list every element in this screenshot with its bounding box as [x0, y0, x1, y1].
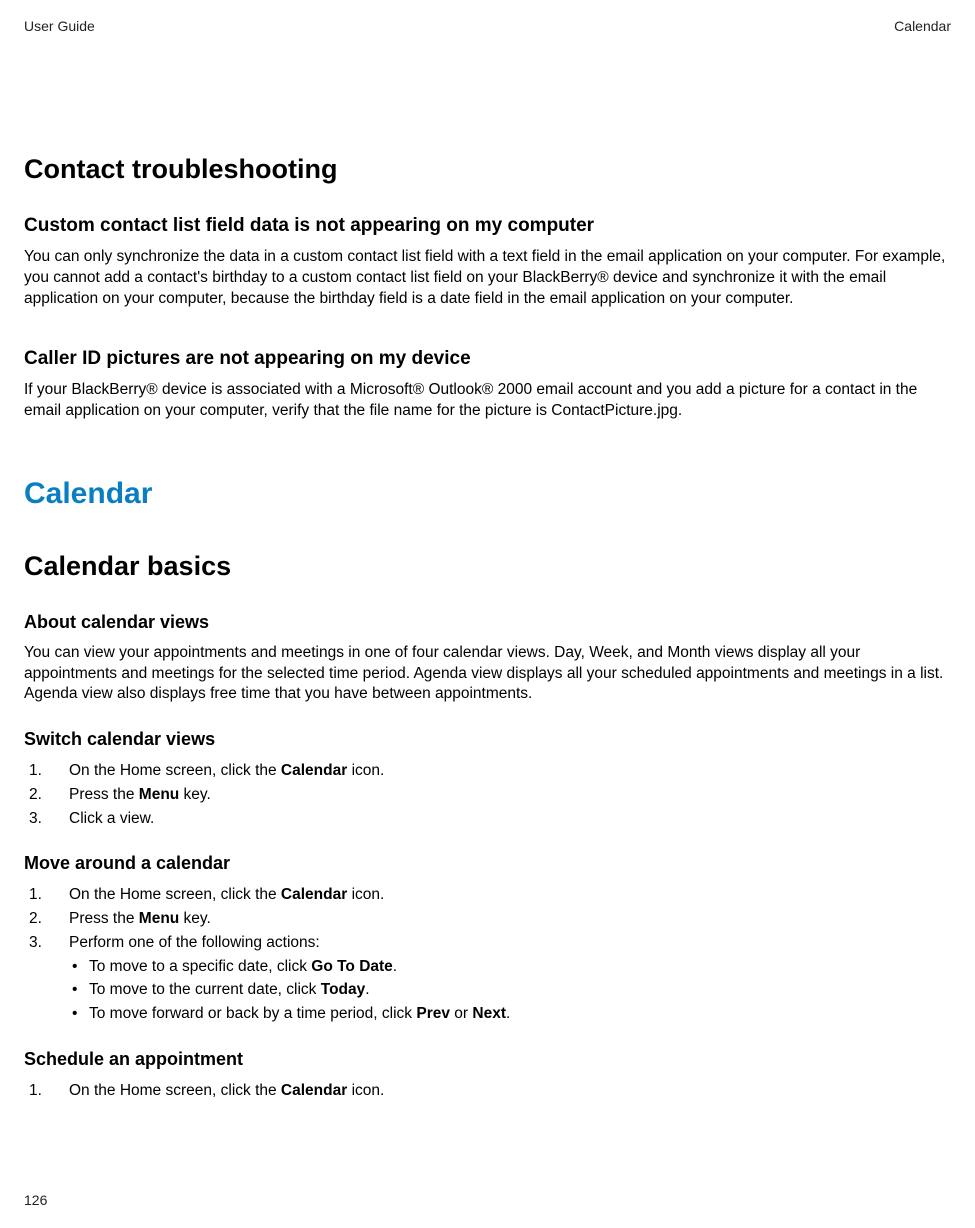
section-title-calendar-basics: Calendar basics [24, 551, 951, 582]
header-right: Calendar [894, 18, 951, 34]
step-text: On the Home screen, click the [69, 762, 281, 779]
step-bold: Menu [139, 786, 179, 803]
list-item: Click a view. [24, 808, 951, 830]
bullet-text: . [393, 958, 397, 975]
subsection-body-custom-contact: You can only synchronize the data in a c… [24, 247, 951, 310]
list-item: Press the Menu key. [24, 908, 951, 930]
subsection-title-move-around-calendar: Move around a calendar [24, 853, 951, 874]
step-text: key. [179, 786, 211, 803]
page-number: 126 [24, 1192, 47, 1208]
list-item: Perform one of the following actions: To… [24, 932, 951, 1025]
steps-switch-calendar-views: On the Home screen, click the Calendar i… [24, 760, 951, 829]
step-text: Perform one of the following actions: [69, 934, 320, 951]
bullet-bold: Today [321, 981, 366, 998]
subsection-title-schedule-appointment: Schedule an appointment [24, 1049, 951, 1070]
step-bold: Calendar [281, 1082, 347, 1099]
bullet-text: or [450, 1005, 472, 1022]
bullet-text: . [506, 1005, 510, 1022]
bullet-text: To move forward or back by a time period… [89, 1005, 416, 1022]
list-item: On the Home screen, click the Calendar i… [24, 884, 951, 906]
subsection-body-about-calendar-views: You can view your appointments and meeti… [24, 643, 951, 706]
step-text: Press the [69, 786, 139, 803]
step-text: Press the [69, 910, 139, 927]
bullet-text: To move to the current date, click [89, 981, 321, 998]
subsection-title-about-calendar-views: About calendar views [24, 612, 951, 633]
step-text: icon. [347, 1082, 384, 1099]
list-item: To move forward or back by a time period… [69, 1003, 951, 1025]
page-header: User Guide Calendar [0, 0, 975, 34]
list-item: On the Home screen, click the Calendar i… [24, 760, 951, 782]
step-text: icon. [347, 762, 384, 779]
steps-move-around-calendar: On the Home screen, click the Calendar i… [24, 884, 951, 1024]
bullet-bold: Prev [416, 1005, 450, 1022]
sub-bullets: To move to a specific date, click Go To … [69, 956, 951, 1025]
step-text: On the Home screen, click the [69, 1082, 281, 1099]
subsection-body-caller-id: If your BlackBerry® device is associated… [24, 380, 951, 422]
bullet-bold: Next [472, 1005, 506, 1022]
step-bold: Calendar [281, 886, 347, 903]
step-text: key. [179, 910, 211, 927]
steps-schedule-appointment: On the Home screen, click the Calendar i… [24, 1080, 951, 1102]
subsection-title-caller-id: Caller ID pictures are not appearing on … [24, 348, 951, 370]
section-title-contact-troubleshooting: Contact troubleshooting [24, 154, 951, 185]
subsection-title-switch-calendar-views: Switch calendar views [24, 729, 951, 750]
header-left: User Guide [24, 18, 95, 34]
list-item: On the Home screen, click the Calendar i… [24, 1080, 951, 1102]
step-text: icon. [347, 886, 384, 903]
step-bold: Menu [139, 910, 179, 927]
list-item: Press the Menu key. [24, 784, 951, 806]
subsection-title-custom-contact: Custom contact list field data is not ap… [24, 215, 951, 237]
step-text: Click a view. [69, 810, 154, 827]
chapter-title-calendar: Calendar [24, 477, 951, 511]
bullet-text: To move to a specific date, click [89, 958, 311, 975]
step-bold: Calendar [281, 762, 347, 779]
list-item: To move to a specific date, click Go To … [69, 956, 951, 978]
list-item: To move to the current date, click Today… [69, 979, 951, 1001]
bullet-text: . [365, 981, 369, 998]
bullet-bold: Go To Date [311, 958, 393, 975]
page-content: Contact troubleshooting Custom contact l… [0, 34, 975, 1101]
step-text: On the Home screen, click the [69, 886, 281, 903]
